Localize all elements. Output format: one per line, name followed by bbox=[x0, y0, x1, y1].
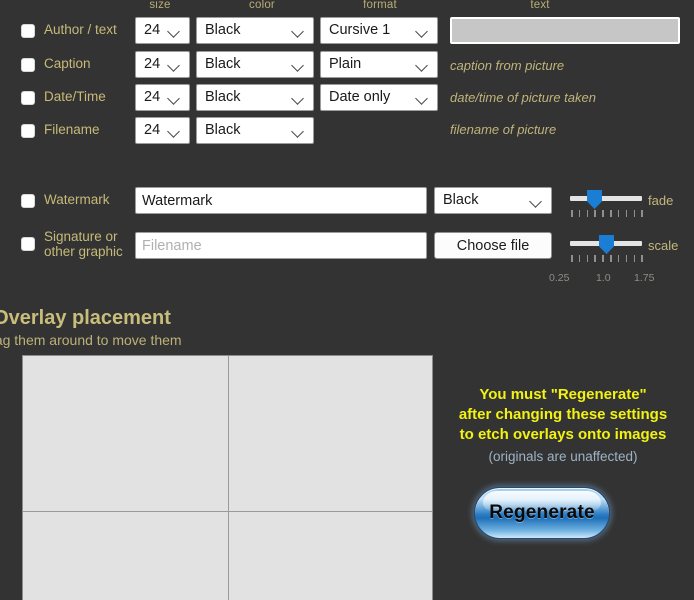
chevron-down-icon bbox=[291, 124, 305, 138]
overlay-placement-subtitle: drag them around to move them bbox=[0, 332, 182, 348]
notice-line-1: You must "Regenerate" bbox=[479, 386, 647, 403]
select-filename-color[interactable]: Black bbox=[196, 117, 314, 144]
chevron-down-icon bbox=[167, 24, 181, 38]
select-datetime-color-value: Black bbox=[205, 90, 241, 105]
label-caption: Caption bbox=[44, 56, 91, 71]
grid-line-horizontal bbox=[23, 511, 432, 512]
select-caption-format-value: Plain bbox=[329, 57, 362, 72]
column-header-size: size bbox=[149, 0, 171, 11]
overlay-placement-grid[interactable] bbox=[22, 355, 433, 600]
hint-filename: filename of picture bbox=[450, 122, 557, 137]
select-watermark-color[interactable]: Black bbox=[434, 187, 552, 214]
label-watermark: Watermark bbox=[44, 192, 110, 207]
select-filename-size[interactable]: 24 bbox=[135, 117, 190, 144]
chevron-down-icon bbox=[529, 194, 543, 208]
notice-line-4: (originals are unaffected) bbox=[488, 449, 638, 464]
select-datetime-format[interactable]: Date only bbox=[320, 84, 438, 111]
select-datetime-size-value: 24 bbox=[144, 90, 161, 105]
chevron-down-icon bbox=[291, 24, 305, 38]
regenerate-button-label: Regenerate bbox=[489, 502, 595, 523]
regenerate-button[interactable]: Regenerate bbox=[474, 487, 610, 539]
select-caption-size[interactable]: 24 bbox=[135, 51, 190, 78]
select-caption-color[interactable]: Black bbox=[196, 51, 314, 78]
column-header-color: color bbox=[249, 0, 275, 11]
select-caption-color-value: Black bbox=[205, 57, 241, 72]
select-author-format[interactable]: Cursive 1 bbox=[320, 17, 438, 44]
select-caption-format[interactable]: Plain bbox=[320, 51, 438, 78]
chevron-down-icon bbox=[167, 124, 181, 138]
regenerate-notice: You must "Regenerate" after changing the… bbox=[434, 385, 692, 467]
slider-scale-ticks bbox=[571, 255, 643, 262]
chevron-down-icon bbox=[415, 24, 429, 38]
select-watermark-color-value: Black bbox=[443, 193, 479, 208]
input-author-text[interactable] bbox=[450, 17, 680, 44]
input-watermark-text[interactable] bbox=[135, 187, 427, 214]
select-author-format-value: Cursive 1 bbox=[329, 23, 391, 38]
checkbox-watermark[interactable] bbox=[21, 194, 35, 208]
chevron-down-icon bbox=[415, 91, 429, 105]
select-author-size-value: 24 bbox=[144, 23, 161, 38]
grid-line-vertical bbox=[228, 356, 229, 600]
label-signature-line1: Signature or bbox=[44, 229, 118, 244]
slider-scale-thumb[interactable] bbox=[599, 235, 614, 254]
slider-fade-ticks bbox=[571, 210, 643, 217]
select-caption-size-value: 24 bbox=[144, 57, 161, 72]
slider-fade-thumb[interactable] bbox=[587, 190, 602, 209]
checkbox-author-text[interactable] bbox=[21, 24, 35, 38]
column-header-text: text bbox=[530, 0, 550, 11]
slider-fade-track[interactable] bbox=[570, 196, 642, 201]
overlay-placement-title: Overlay placement bbox=[0, 307, 171, 329]
input-signature-filename[interactable] bbox=[135, 232, 427, 259]
column-header-format: format bbox=[363, 0, 397, 11]
label-author-text: Author / text bbox=[44, 22, 117, 37]
label-signature-line2: other graphic bbox=[44, 243, 123, 259]
chevron-down-icon bbox=[291, 58, 305, 72]
label-datetime: Date/Time bbox=[44, 89, 106, 104]
scale-tick-max: 1.75 bbox=[634, 272, 655, 284]
select-datetime-format-value: Date only bbox=[329, 90, 391, 105]
select-author-size[interactable]: 24 bbox=[135, 17, 190, 44]
select-filename-size-value: 24 bbox=[144, 123, 161, 138]
chevron-down-icon bbox=[167, 58, 181, 72]
checkbox-datetime[interactable] bbox=[21, 91, 35, 105]
chevron-down-icon bbox=[291, 91, 305, 105]
chevron-down-icon bbox=[167, 91, 181, 105]
slider-scale-label: scale bbox=[648, 238, 679, 253]
scale-tick-min: 0.25 bbox=[549, 272, 570, 284]
scale-tick-mid: 1.0 bbox=[596, 272, 611, 284]
slider-fade-label: fade bbox=[648, 193, 674, 208]
overlay-settings-panel: size color format text Author / text 24 … bbox=[0, 0, 694, 600]
select-datetime-color[interactable]: Black bbox=[196, 84, 314, 111]
checkbox-signature[interactable] bbox=[21, 237, 35, 251]
checkbox-filename[interactable] bbox=[21, 124, 35, 138]
hint-datetime: date/time of picture taken bbox=[450, 90, 596, 105]
chevron-down-icon bbox=[415, 58, 429, 72]
select-author-color-value: Black bbox=[205, 23, 241, 38]
choose-file-button[interactable]: Choose file bbox=[434, 232, 552, 259]
label-signature: Signature or other graphic bbox=[44, 229, 130, 259]
checkbox-caption[interactable] bbox=[21, 58, 35, 72]
notice-line-2: after changing these settings bbox=[458, 406, 668, 423]
select-datetime-size[interactable]: 24 bbox=[135, 84, 190, 111]
hint-caption: caption from picture bbox=[450, 58, 565, 73]
select-author-color[interactable]: Black bbox=[196, 17, 314, 44]
notice-line-3: to etch overlays onto images bbox=[459, 426, 667, 443]
label-filename: Filename bbox=[44, 122, 100, 137]
select-filename-color-value: Black bbox=[205, 123, 241, 138]
